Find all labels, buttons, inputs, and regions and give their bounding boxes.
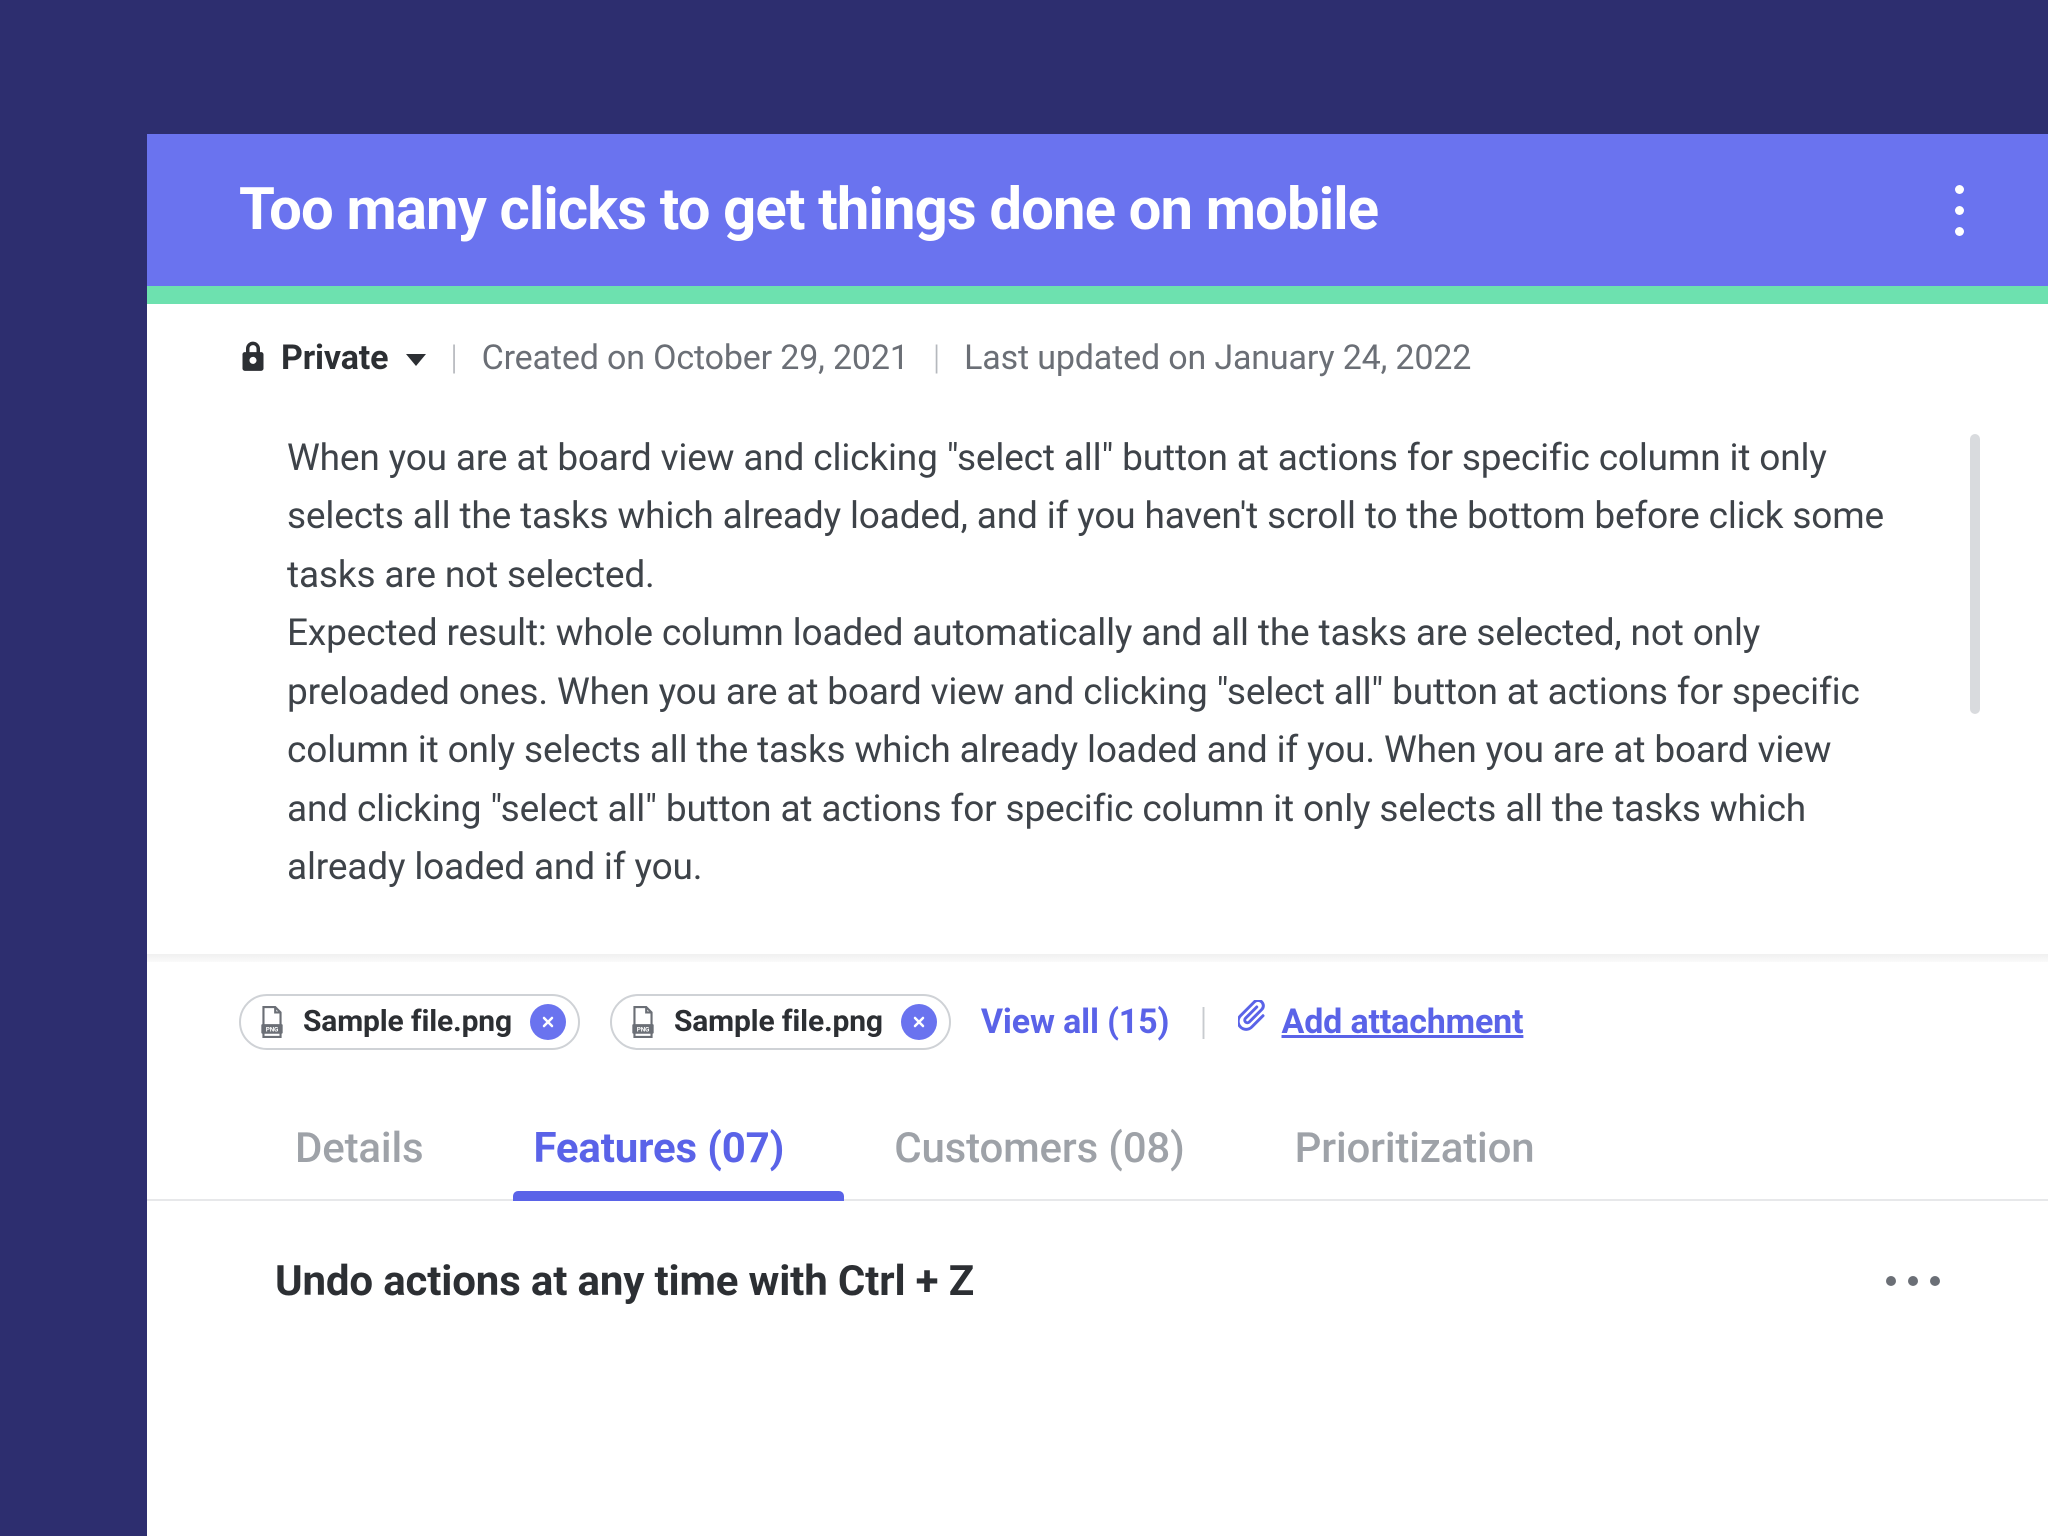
- updated-date: Last updated on January 24, 2022: [964, 338, 1471, 378]
- separator: |: [450, 338, 457, 378]
- separator: |: [1199, 1000, 1207, 1044]
- chevron-down-icon: [406, 354, 426, 366]
- visibility-dropdown[interactable]: Private: [239, 338, 426, 378]
- file-png-icon: PNG: [259, 1006, 285, 1038]
- remove-attachment-button[interactable]: [901, 1004, 937, 1040]
- feature-more-menu-button[interactable]: [1878, 1268, 1948, 1294]
- feature-title: Undo actions at any time with Ctrl + Z: [275, 1257, 974, 1306]
- description-text: When you are at board view and clicking …: [147, 430, 2048, 898]
- separator: |: [933, 338, 940, 378]
- divider: [147, 954, 2048, 962]
- tab-features[interactable]: Features (07): [533, 1124, 784, 1199]
- view-all-attachments-link[interactable]: View all (15): [981, 1002, 1169, 1042]
- attachment-name: Sample file.png: [674, 1004, 883, 1039]
- visibility-label: Private: [281, 338, 388, 378]
- created-date: Created on October 29, 2021: [482, 338, 909, 378]
- add-attachment-label: Add attachment: [1282, 1002, 1524, 1042]
- add-attachment-link[interactable]: Add attachment: [1238, 1000, 1524, 1043]
- file-png-icon: PNG: [630, 1006, 656, 1038]
- lock-icon: [239, 341, 267, 375]
- accent-bar: [147, 286, 2048, 304]
- svg-text:PNG: PNG: [266, 1025, 278, 1033]
- svg-text:PNG: PNG: [637, 1025, 649, 1033]
- tab-customers[interactable]: Customers (08): [894, 1124, 1184, 1199]
- attachment-chip[interactable]: PNG Sample file.png: [610, 994, 951, 1050]
- attachment-name: Sample file.png: [303, 1004, 512, 1039]
- page-title: Too many clicks to get things done on mo…: [239, 176, 1378, 244]
- scrollbar[interactable]: [1970, 434, 1980, 714]
- paperclip-icon: [1238, 1000, 1268, 1043]
- tab-details[interactable]: Details: [295, 1124, 423, 1199]
- tab-prioritization[interactable]: Prioritization: [1295, 1124, 1535, 1199]
- attachment-chip[interactable]: PNG Sample file.png: [239, 994, 580, 1050]
- remove-attachment-button[interactable]: [530, 1004, 566, 1040]
- more-menu-button[interactable]: [1931, 177, 1988, 244]
